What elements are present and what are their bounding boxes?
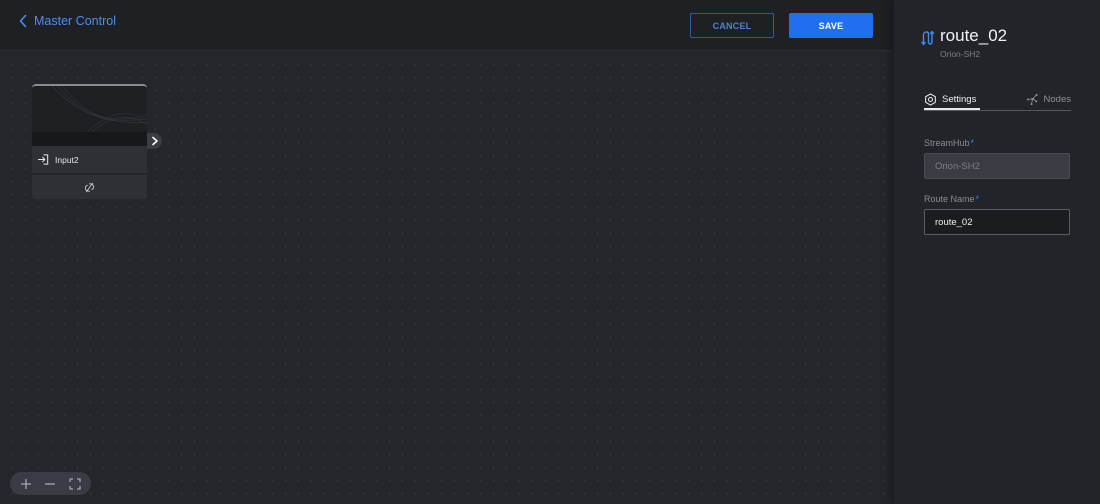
route-name-label-text: Route Name [924,194,975,204]
streamhub-field: Orion-SH2 [924,153,1070,179]
route-icon [920,30,934,46]
save-button[interactable]: SAVE [789,13,873,38]
nodes-icon [1026,93,1038,105]
tab-nodes[interactable]: Nodes [1026,88,1071,110]
no-link-icon [84,182,95,192]
panel-tabs: Settings Nodes [924,88,1071,111]
main-area: Master Control CANCEL SAVE Input2 [0,0,893,504]
streamhub-label-text: StreamHub [924,138,970,148]
node-thumbnail [32,84,147,132]
fit-view-button[interactable] [65,474,85,494]
plus-icon [21,478,32,489]
node-card-input2[interactable]: Input2 [32,84,147,199]
chevron-right-icon [151,136,158,146]
back-link[interactable]: Master Control [18,14,116,28]
route-name-input[interactable]: route_02 [924,209,1070,235]
chevron-left-icon [19,14,27,28]
streamhub-label: StreamHub* [924,138,974,148]
app-root: Master Control CANCEL SAVE Input2 route_… [0,0,1100,504]
top-bar: Master Control CANCEL SAVE [0,0,893,51]
tab-settings[interactable]: Settings [924,88,976,110]
minus-icon [45,482,56,485]
zoom-out-button[interactable] [40,474,60,494]
node-label-row: Input2 [32,146,147,173]
route-name-label: Route Name* [924,194,979,204]
back-link-label: Master Control [34,14,116,28]
node-name: Input2 [55,154,79,165]
tab-settings-label: Settings [942,93,977,105]
zoom-in-button[interactable] [16,474,36,494]
fullscreen-icon [69,477,81,490]
required-mark: * [970,138,975,148]
gear-icon [925,92,936,106]
route-title: route_02 [940,26,1008,45]
tab-nodes-label: Nodes [1043,93,1071,105]
node-preview-strip [32,132,147,146]
required-mark: * [975,194,980,204]
route-subtitle: Orion-SH2 [940,49,981,59]
active-tab-indicator [924,108,980,110]
cancel-button[interactable]: CANCEL [690,13,774,38]
route-settings-panel: route_02 Orion-SH2 Settings Nodes Stream… [893,0,1100,504]
node-status-row [32,174,147,199]
zoom-controls [10,472,91,495]
input-icon [37,154,49,165]
